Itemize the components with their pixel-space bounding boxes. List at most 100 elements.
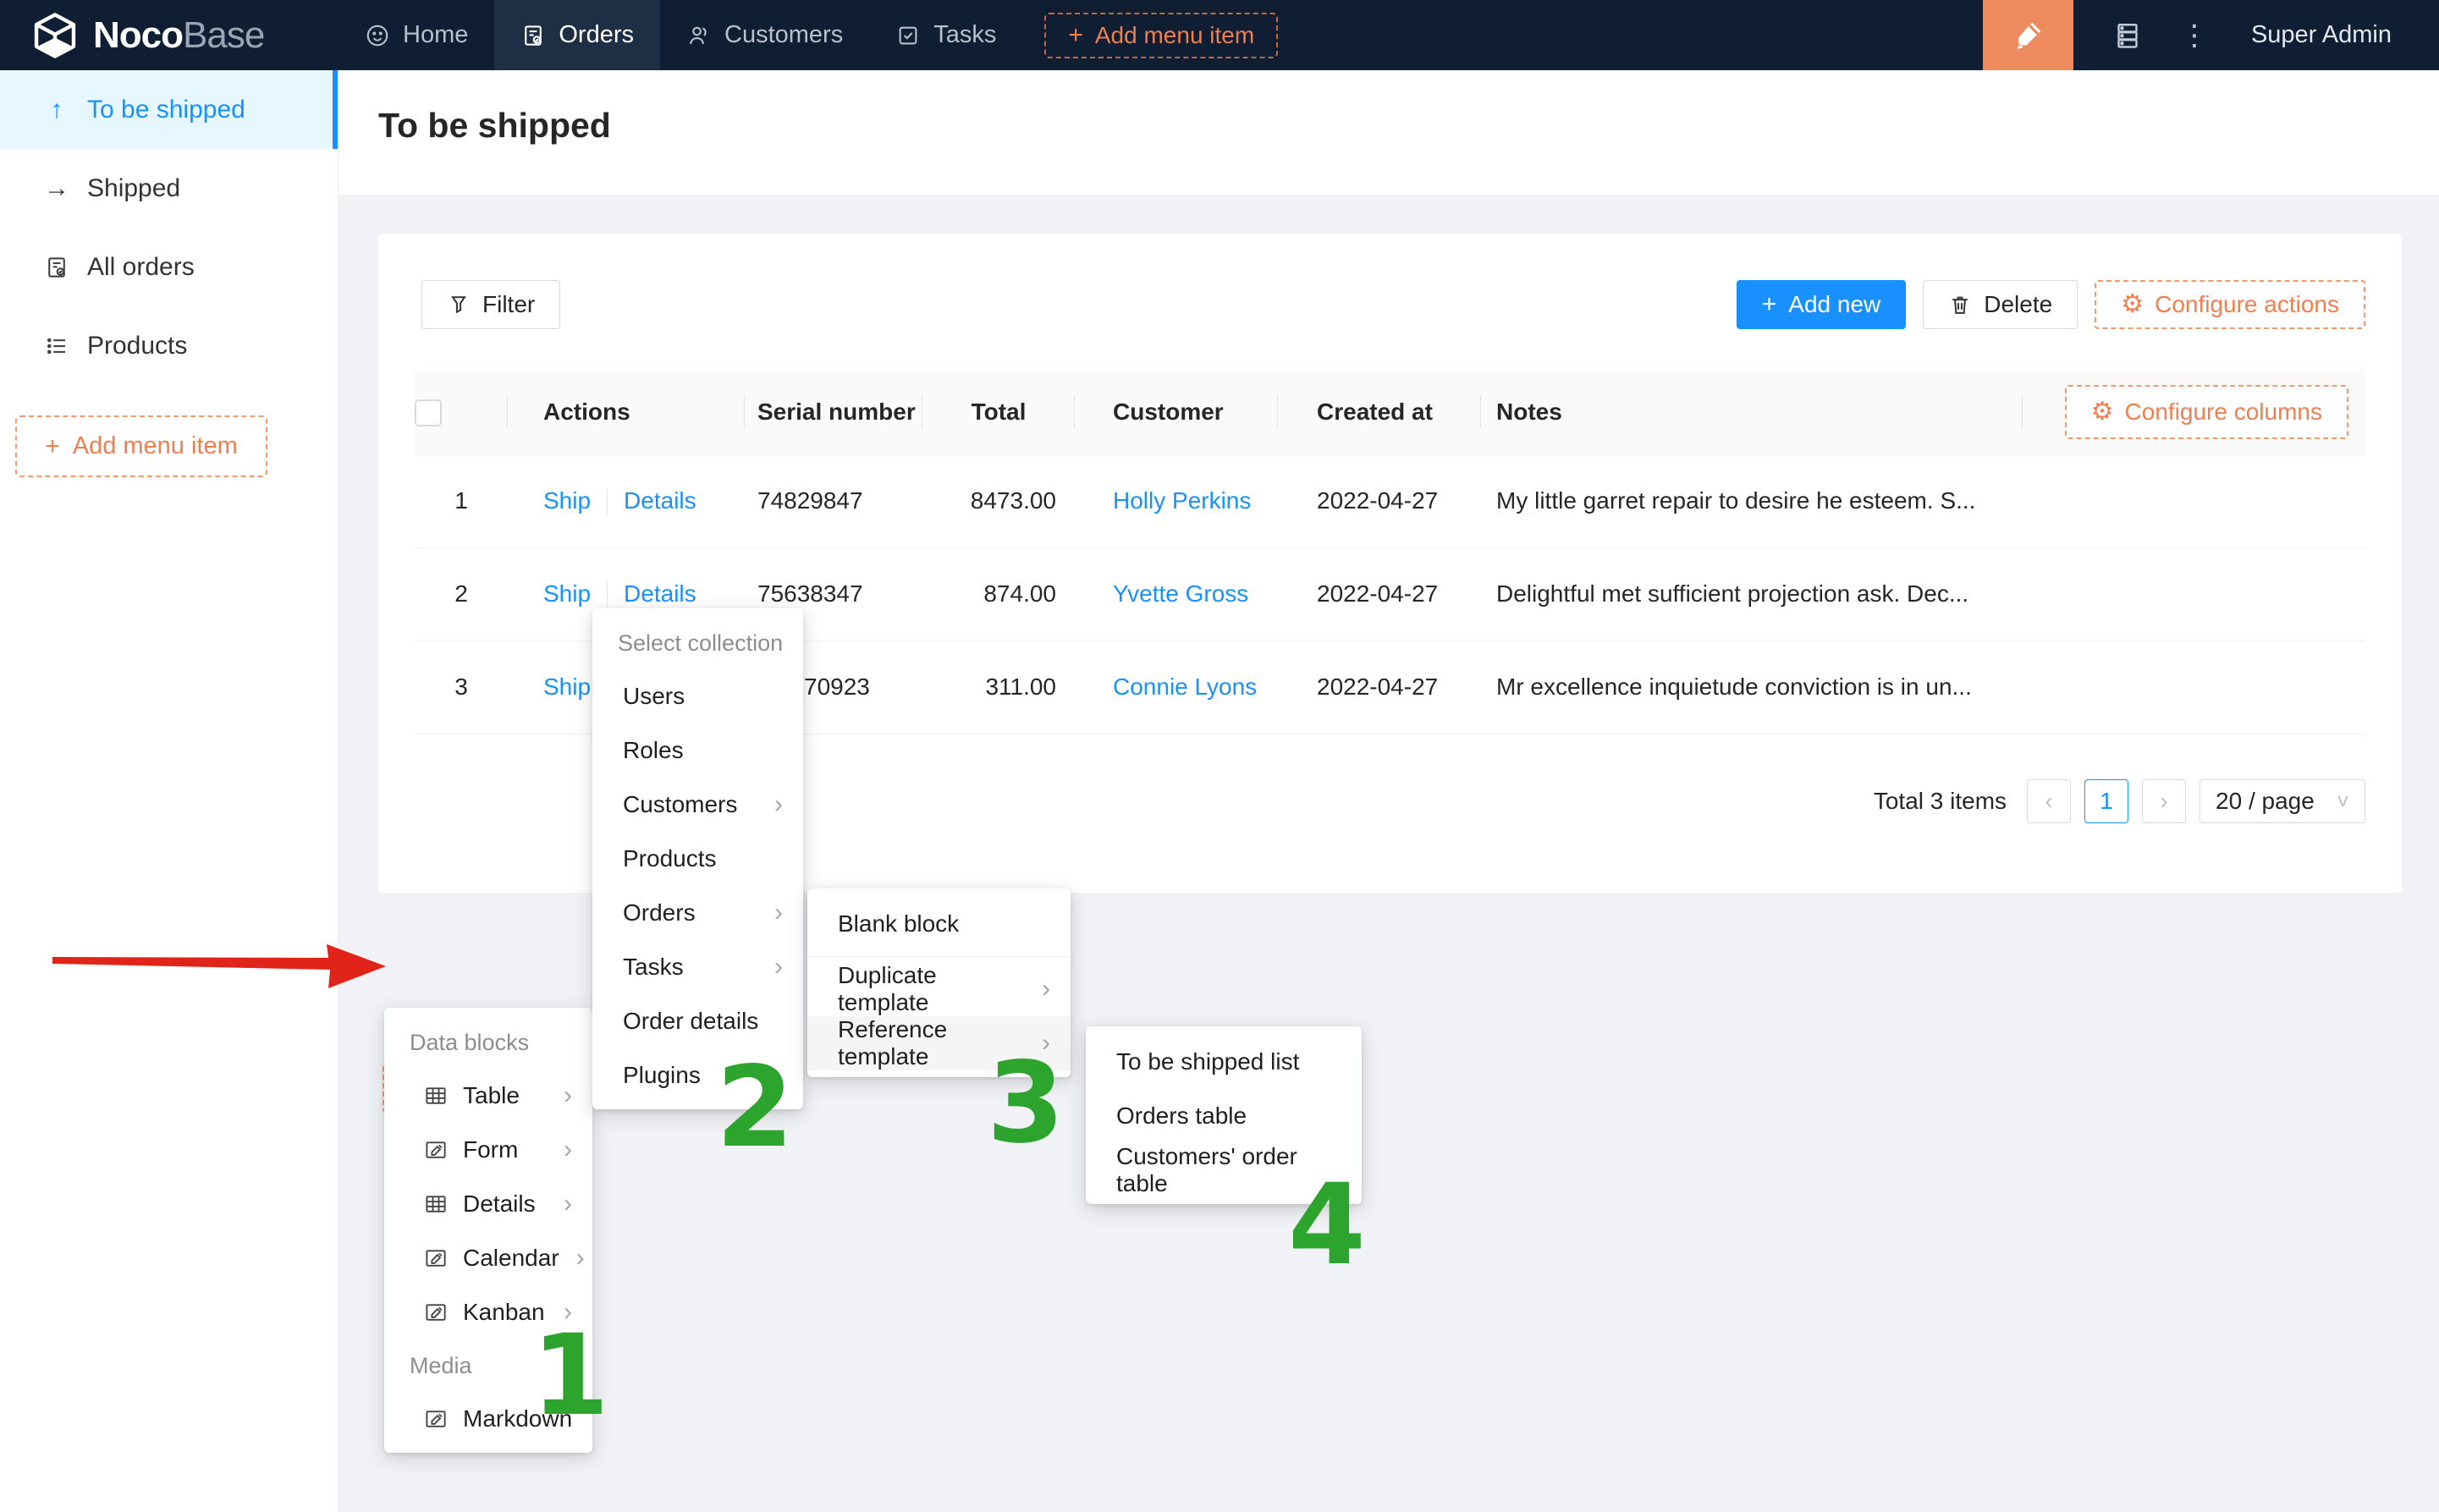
navbar-add-menu-item-button[interactable]: + Add menu item [1044, 13, 1278, 58]
menu-item-blank-block[interactable]: Blank block [807, 897, 1071, 951]
sidebar: ↑ To be shipped → Shipped All orders Pro… [0, 70, 339, 1512]
menu-item-calendar[interactable]: Calendar › [384, 1231, 592, 1285]
menu-item-customers[interactable]: Customers › [592, 778, 803, 832]
page-header: To be shipped [339, 70, 2439, 195]
created-at-cell: 2022-04-27 [1278, 454, 1481, 547]
sidebar-item-all-orders[interactable]: All orders [0, 228, 338, 306]
column-header-customer: Customer [1075, 370, 1278, 454]
menu-item-products[interactable]: Products [592, 832, 803, 886]
select-collection-menu: Select collection Users Roles Customers … [592, 608, 803, 1109]
gear-icon: ⚙ [2091, 399, 2114, 425]
ship-action-link[interactable]: Ship [543, 580, 591, 607]
created-at-cell: 2022-04-27 [1278, 641, 1481, 734]
pagination-prev-button[interactable]: ‹ [2027, 779, 2071, 823]
user-menu[interactable]: Super Admin [2251, 21, 2392, 49]
column-header-serial: Serial number [745, 370, 922, 454]
chevron-right-icon: › [774, 790, 783, 819]
customers-person-icon [686, 23, 712, 48]
column-header-total: Total [922, 370, 1075, 454]
menu-item-roles[interactable]: Roles [592, 723, 803, 778]
delete-button[interactable]: Delete [1923, 280, 2078, 329]
ui-editor-button[interactable] [1983, 0, 2073, 70]
sidebar-item-shipped[interactable]: → Shipped [0, 149, 338, 228]
chevron-right-icon: › [564, 1081, 572, 1110]
details-grid-icon [423, 1191, 449, 1217]
menu-item-orders[interactable]: Orders › [592, 886, 803, 940]
customer-link[interactable]: Yvette Gross [1113, 580, 1248, 607]
nav-tab-label: Tasks [933, 21, 996, 49]
sidebar-add-menu-item-button[interactable]: + Add menu item [15, 415, 267, 477]
ship-action-link[interactable]: Ship [543, 674, 591, 700]
menu-item-to-be-shipped-list[interactable]: To be shipped list [1086, 1035, 1362, 1089]
main-nav: Home Orders Customers Tasks [339, 0, 1022, 70]
page-size-select[interactable]: 20 / page ˅ [2200, 779, 2365, 823]
ship-action-link[interactable]: Ship [543, 487, 591, 514]
nav-tab-customers[interactable]: Customers [660, 0, 869, 70]
nocobase-logo-icon [29, 9, 81, 62]
select-all-checkbox[interactable] [415, 399, 442, 426]
configure-actions-button[interactable]: ⚙ Configure actions [2095, 280, 2365, 329]
plugins-database-icon[interactable] [2112, 20, 2143, 51]
column-header-notes: Notes [1481, 370, 2023, 454]
details-action-link[interactable]: Details [624, 487, 696, 514]
nav-tab-tasks[interactable]: Tasks [869, 0, 1022, 70]
menu-group-label: Data blocks [384, 1016, 592, 1069]
plus-icon: + [45, 434, 60, 459]
menu-item-duplicate-template[interactable]: Duplicate template › [807, 962, 1071, 1016]
row-index: 1 [415, 454, 508, 547]
brand[interactable]: NocoBase [0, 0, 339, 70]
chevron-right-icon: › [576, 1244, 585, 1273]
annotation-number-4: 4 [1288, 1169, 1366, 1281]
nav-tab-orders[interactable]: Orders [494, 0, 660, 70]
nav-tab-label: Customers [724, 21, 843, 49]
add-new-button[interactable]: + Add new [1737, 280, 1907, 329]
menu-item-tasks[interactable]: Tasks › [592, 940, 803, 994]
trash-icon [1948, 293, 1972, 316]
menu-item-form[interactable]: Form › [384, 1123, 592, 1177]
filter-button[interactable]: Filter [421, 280, 560, 329]
calendar-edit-icon [423, 1245, 449, 1271]
notes-cell: Mr excellence inquietude conviction is i… [1481, 641, 2023, 734]
divider [807, 956, 1071, 957]
column-header-created-at: Created at [1278, 370, 1481, 454]
plus-icon: + [1762, 292, 1777, 317]
menu-group-label: Select collection [592, 617, 803, 669]
filter-funnel-icon [447, 293, 471, 316]
column-header-actions: Actions [508, 370, 745, 454]
annotation-number-2: 2 [716, 1052, 794, 1163]
row-index: 3 [415, 641, 508, 734]
red-arrow-annotation [51, 929, 389, 997]
customer-link[interactable]: Holly Perkins [1113, 487, 1251, 514]
created-at-cell: 2022-04-27 [1278, 547, 1481, 641]
arrow-up-icon: ↑ [44, 96, 69, 124]
total-cell: 874.00 [922, 547, 1075, 641]
brand-name: NocoBase [93, 14, 264, 57]
menu-item-order-details[interactable]: Order details [592, 994, 803, 1048]
kebab-menu-icon[interactable]: ⋮ [2180, 21, 2209, 50]
menu-item-details[interactable]: Details › [384, 1177, 592, 1231]
table-row: 1 ShipDetails 74829847 8473.00 Holly Per… [415, 454, 2365, 547]
menu-item-orders-table[interactable]: Orders table [1086, 1089, 1362, 1143]
table-header-row: Actions Serial number Total Customer Cre… [415, 370, 2365, 454]
sidebar-item-to-be-shipped[interactable]: ↑ To be shipped [0, 70, 338, 149]
configure-columns-button[interactable]: ⚙ Configure columns [2065, 385, 2348, 439]
pagination-page-1[interactable]: 1 [2084, 779, 2128, 823]
divider [607, 489, 608, 514]
menu-item-users[interactable]: Users [592, 669, 803, 723]
chevron-right-icon: › [564, 1190, 572, 1218]
menu-item-table[interactable]: Table › [384, 1069, 592, 1123]
gear-icon: ⚙ [2121, 292, 2144, 317]
annotation-number-1: 1 [531, 1320, 609, 1432]
pagination-next-button[interactable]: › [2142, 779, 2186, 823]
table-grid-icon [423, 1083, 449, 1108]
tasks-check-icon [895, 23, 921, 48]
details-action-link[interactable]: Details [624, 580, 696, 607]
toolbar-actions: + Add new Delete ⚙ Configure actions [1737, 280, 2365, 329]
total-cell: 311.00 [922, 641, 1075, 734]
navbar-right: ⋮ Super Admin [1983, 0, 2439, 70]
sidebar-item-products[interactable]: Products [0, 306, 338, 385]
customer-link[interactable]: Connie Lyons [1113, 674, 1257, 700]
chevron-right-icon: › [564, 1135, 572, 1164]
nav-tab-home[interactable]: Home [339, 0, 494, 70]
form-edit-icon [423, 1137, 449, 1163]
